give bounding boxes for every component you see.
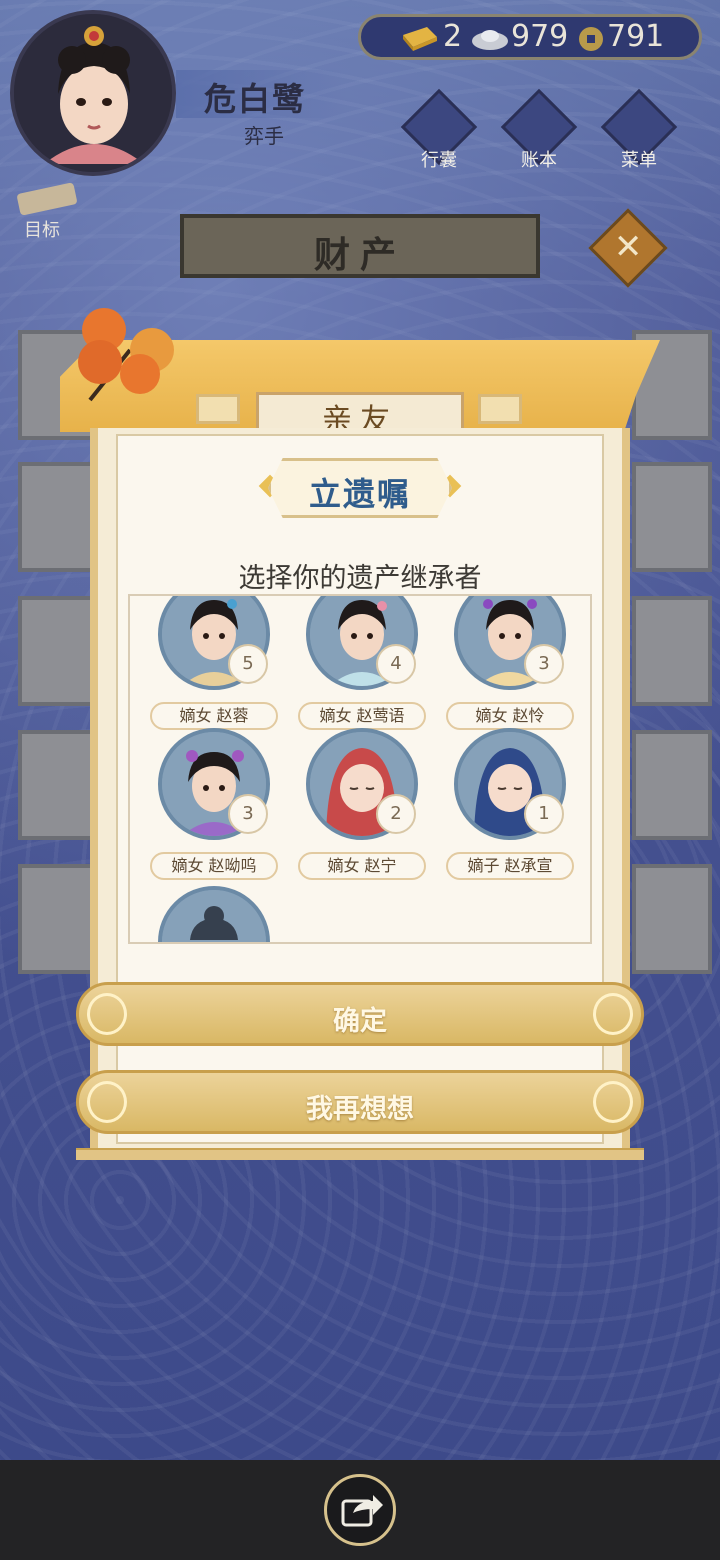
heir-rank: 3 [228,794,268,834]
heir-card-partial[interactable] [158,886,270,942]
heir-name: 嫡女 赵莺语 [298,702,426,730]
player-avatar[interactable] [10,10,176,176]
menu-button[interactable]: 菜单 [600,88,678,174]
silver-ingot-icon [472,30,508,50]
dialog-heading: 立遗嘱 [268,458,452,518]
ledger-button[interactable]: 账本 [500,88,578,174]
bg-card [18,462,98,572]
gold-bar-icon [403,27,437,51]
dialog-scroll-bottom [76,1148,644,1160]
share-button[interactable] [324,1474,396,1546]
goal-button[interactable]: 目标 [12,180,92,241]
heir-rank: 5 [228,644,268,684]
close-icon: ✕ [613,226,643,267]
bg-card [632,462,712,572]
bg-card [632,730,712,840]
reconsider-button[interactable]: 我再想想 [76,1070,644,1134]
heir-card[interactable]: 2 嫡女 赵宁 [292,728,432,880]
scroll-icon [17,182,77,216]
bg-card [18,596,98,706]
tab-ornament [478,394,522,424]
heir-rank: 4 [376,644,416,684]
heir-name: 嫡女 赵宁 [298,852,426,880]
reconsider-label: 我再想想 [306,1094,414,1125]
page-title: 财产 [313,235,406,276]
tab-relatives[interactable]: 亲友 [256,392,464,438]
heir-card[interactable]: 5 嫡女 赵蓉 [144,596,284,730]
share-icon [341,1495,383,1527]
heir-list[interactable]: 5 嫡女 赵蓉 4 嫡女 赵莺语 3 嫡女 赵怜 3 嫡女 赵呦呜 2 嫡女 赵… [128,594,592,944]
heir-name: 嫡女 赵蓉 [150,702,278,730]
bg-card [18,864,98,974]
heir-rank: 2 [376,794,416,834]
silver-count: 979 [511,19,569,54]
page-header: 财产 [180,214,540,278]
bg-card [632,864,712,974]
goal-label: 目标 [24,220,60,241]
heir-rank: 3 [524,644,564,684]
player-title: 弈手 [244,124,284,148]
heir-name: 嫡女 赵怜 [446,702,574,730]
heir-card[interactable]: 3 嫡女 赵呦呜 [144,728,284,880]
heir-card[interactable]: 3 嫡女 赵怜 [440,596,580,730]
player-name: 危白鹭 [204,80,307,118]
persimmon-icon [78,308,174,402]
bg-card [18,730,98,840]
gold-count: 2 [443,19,463,54]
bag-button[interactable]: 行囊 [400,88,478,174]
heir-card[interactable]: 1 嫡子 赵承宣 [440,728,580,880]
heir-name: 嫡子 赵承宣 [446,852,574,880]
coin-count: 791 [607,19,665,54]
heir-rank: 1 [524,794,564,834]
bag-label: 行囊 [421,150,457,171]
heading-text: 立遗嘱 [308,475,411,513]
tab-ornament [196,394,240,424]
portrait-image [14,14,172,172]
currency-bar: 2 979 791 [358,14,702,60]
confirm-label: 确定 [333,1006,387,1037]
bg-card [632,596,712,706]
menu-label: 菜单 [621,150,657,171]
ledger-label: 账本 [521,150,557,171]
heir-prompt: 选择你的遗产继承者 [238,563,482,594]
heir-portrait [162,890,266,942]
heir-card[interactable]: 4 嫡女 赵莺语 [292,596,432,730]
heir-name: 嫡女 赵呦呜 [150,852,278,880]
copper-coin-icon [579,27,603,51]
confirm-button[interactable]: 确定 [76,982,644,1046]
